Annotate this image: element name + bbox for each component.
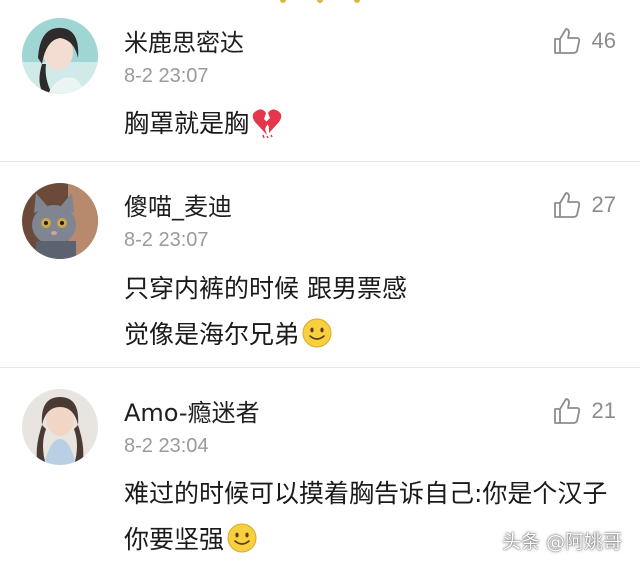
avatar[interactable] bbox=[22, 18, 98, 94]
comment-body: 只穿内裤的时候 跟男票感觉像是海尔兄弟 bbox=[124, 274, 407, 349]
comment-text: 胸罩就是胸 bbox=[124, 101, 594, 147]
like-count: 21 bbox=[591, 398, 616, 423]
smile-emoji-icon bbox=[227, 523, 257, 553]
watermark: 头条 @阿姚哥 bbox=[501, 531, 622, 553]
timestamp: 8-2 23:07 bbox=[124, 229, 209, 251]
avatar[interactable] bbox=[22, 183, 98, 259]
username[interactable]: 傻喵_麦迪 bbox=[124, 192, 232, 222]
smile-emoji-icon bbox=[302, 318, 332, 348]
divider bbox=[0, 367, 640, 368]
thumbs-up-icon bbox=[553, 192, 580, 218]
broken-heart-icon bbox=[252, 109, 282, 138]
comment-feed: 米鹿思密达 8-2 23:07 46 胸罩就是胸 傻喵_麦迪 8-2 23:07… bbox=[0, 0, 640, 572]
divider bbox=[0, 161, 640, 162]
timestamp: 8-2 23:04 bbox=[124, 435, 209, 457]
comment-body: 胸罩就是胸 bbox=[124, 109, 250, 138]
username[interactable]: Amo-瘾迷者 bbox=[124, 398, 260, 428]
avatar[interactable] bbox=[22, 389, 98, 465]
like-button[interactable]: 27 bbox=[552, 190, 616, 220]
username[interactable]: 米鹿思密达 bbox=[124, 28, 244, 58]
top-decoration bbox=[240, 0, 400, 4]
timestamp: 8-2 23:07 bbox=[124, 65, 209, 87]
comment-text: 只穿内裤的时候 跟男票感觉像是海尔兄弟 bbox=[124, 266, 424, 358]
thumbs-up-icon bbox=[553, 398, 580, 424]
like-count: 46 bbox=[591, 28, 616, 53]
thumbs-up-icon bbox=[553, 28, 580, 54]
like-button[interactable]: 21 bbox=[552, 396, 616, 426]
like-count: 27 bbox=[591, 192, 616, 217]
like-button[interactable]: 46 bbox=[552, 26, 616, 56]
